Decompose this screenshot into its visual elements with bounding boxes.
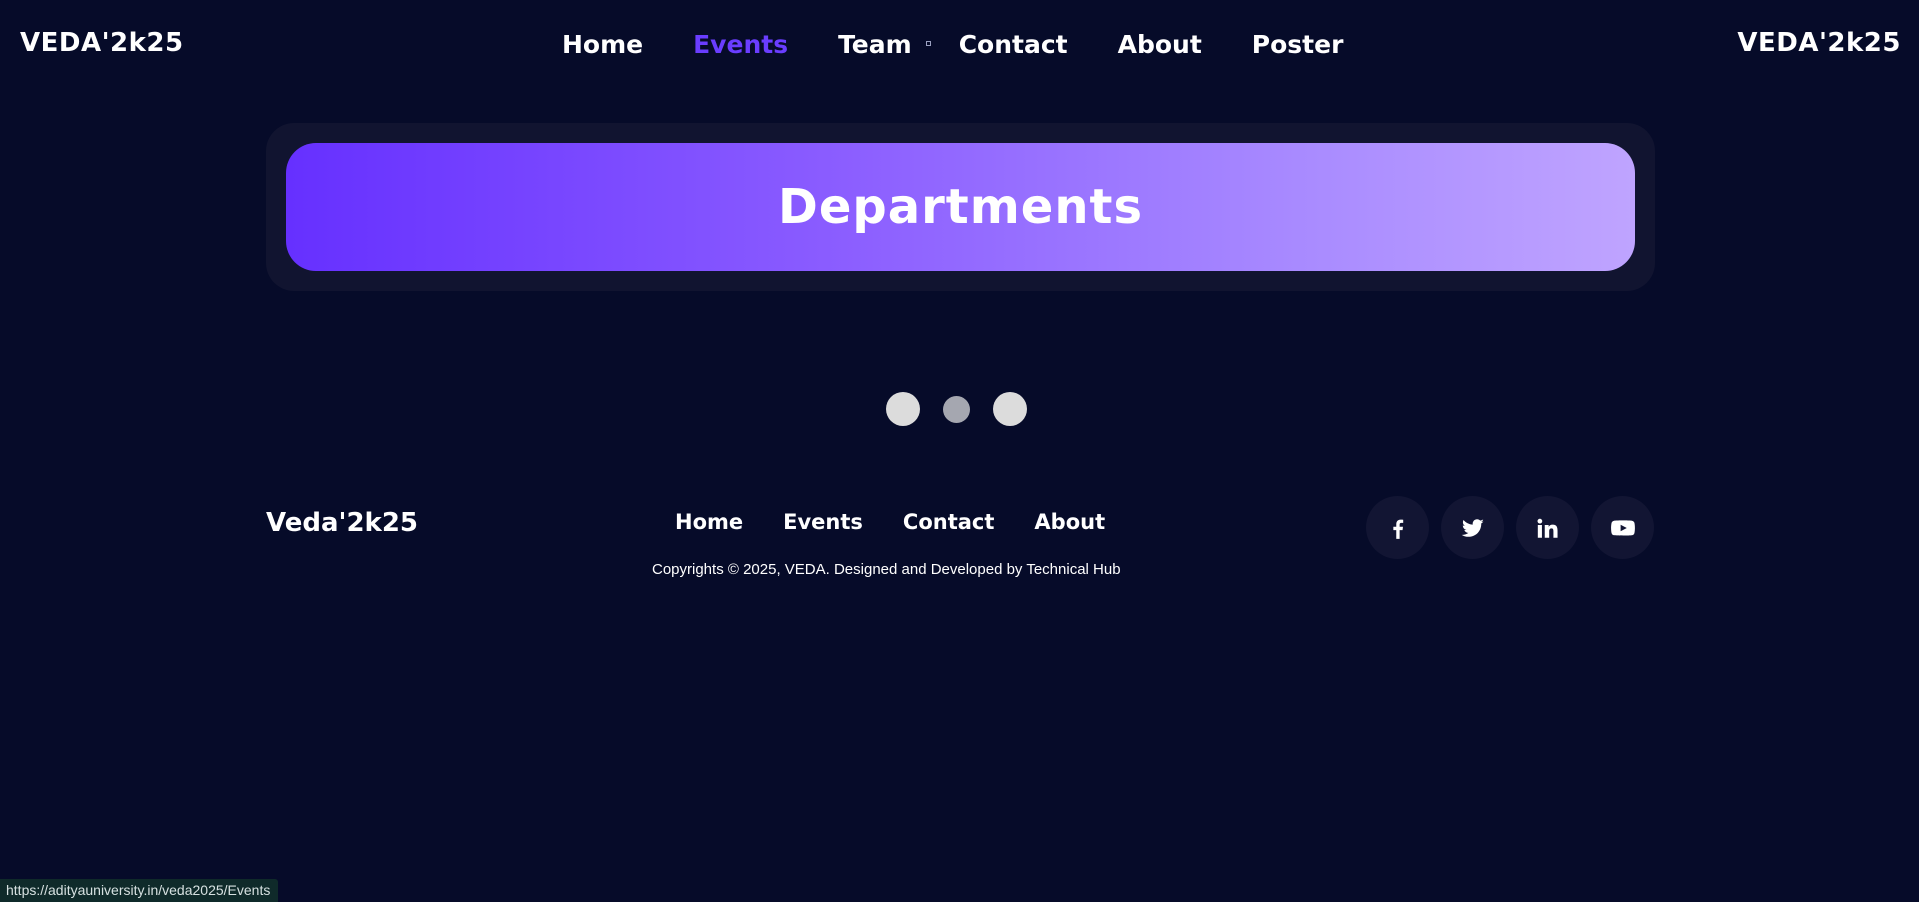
copyright-text: Copyrights © 2025, VEDA. Designed and De… [652, 561, 1121, 578]
page-title: Departments [777, 179, 1144, 235]
linkedin-icon [1536, 518, 1558, 538]
footer-logo[interactable]: Veda'2k25 [266, 508, 418, 538]
main-nav: Home Events Team Contact About Poster [562, 28, 1393, 62]
loading-dot [993, 392, 1027, 426]
nav-events[interactable]: Events [693, 28, 788, 62]
loading-dot [886, 392, 920, 426]
loading-indicator [886, 392, 1027, 426]
nav-team[interactable]: Team [838, 28, 912, 62]
header-logo-left[interactable]: VEDA'2k25 [20, 28, 184, 58]
dropdown-marker-icon [925, 40, 931, 46]
nav-contact[interactable]: Contact [959, 28, 1068, 62]
nav-poster[interactable]: Poster [1252, 28, 1344, 62]
nav-about[interactable]: About [1118, 28, 1202, 62]
footer-nav-events[interactable]: Events [783, 510, 863, 534]
facebook-button[interactable] [1366, 496, 1429, 559]
twitter-icon [1461, 518, 1484, 537]
departments-banner-container: Departments [266, 123, 1655, 291]
footer-nav-home[interactable]: Home [675, 510, 743, 534]
departments-banner: Departments [286, 143, 1635, 271]
footer-nav: Home Events Contact About [675, 510, 1145, 534]
linkedin-button[interactable] [1516, 496, 1579, 559]
youtube-icon [1610, 519, 1635, 536]
header-logo-right[interactable]: VEDA'2k25 [1737, 28, 1901, 58]
twitter-button[interactable] [1441, 496, 1504, 559]
footer-nav-about[interactable]: About [1034, 510, 1105, 534]
youtube-button[interactable] [1591, 496, 1654, 559]
nav-home[interactable]: Home [562, 28, 643, 62]
loading-dot [943, 395, 970, 423]
facebook-icon [1392, 519, 1403, 539]
footer-nav-contact[interactable]: Contact [903, 510, 995, 534]
status-bar-url: https://adityauniversity.in/veda2025/Eve… [0, 879, 279, 902]
social-links [1366, 496, 1654, 559]
